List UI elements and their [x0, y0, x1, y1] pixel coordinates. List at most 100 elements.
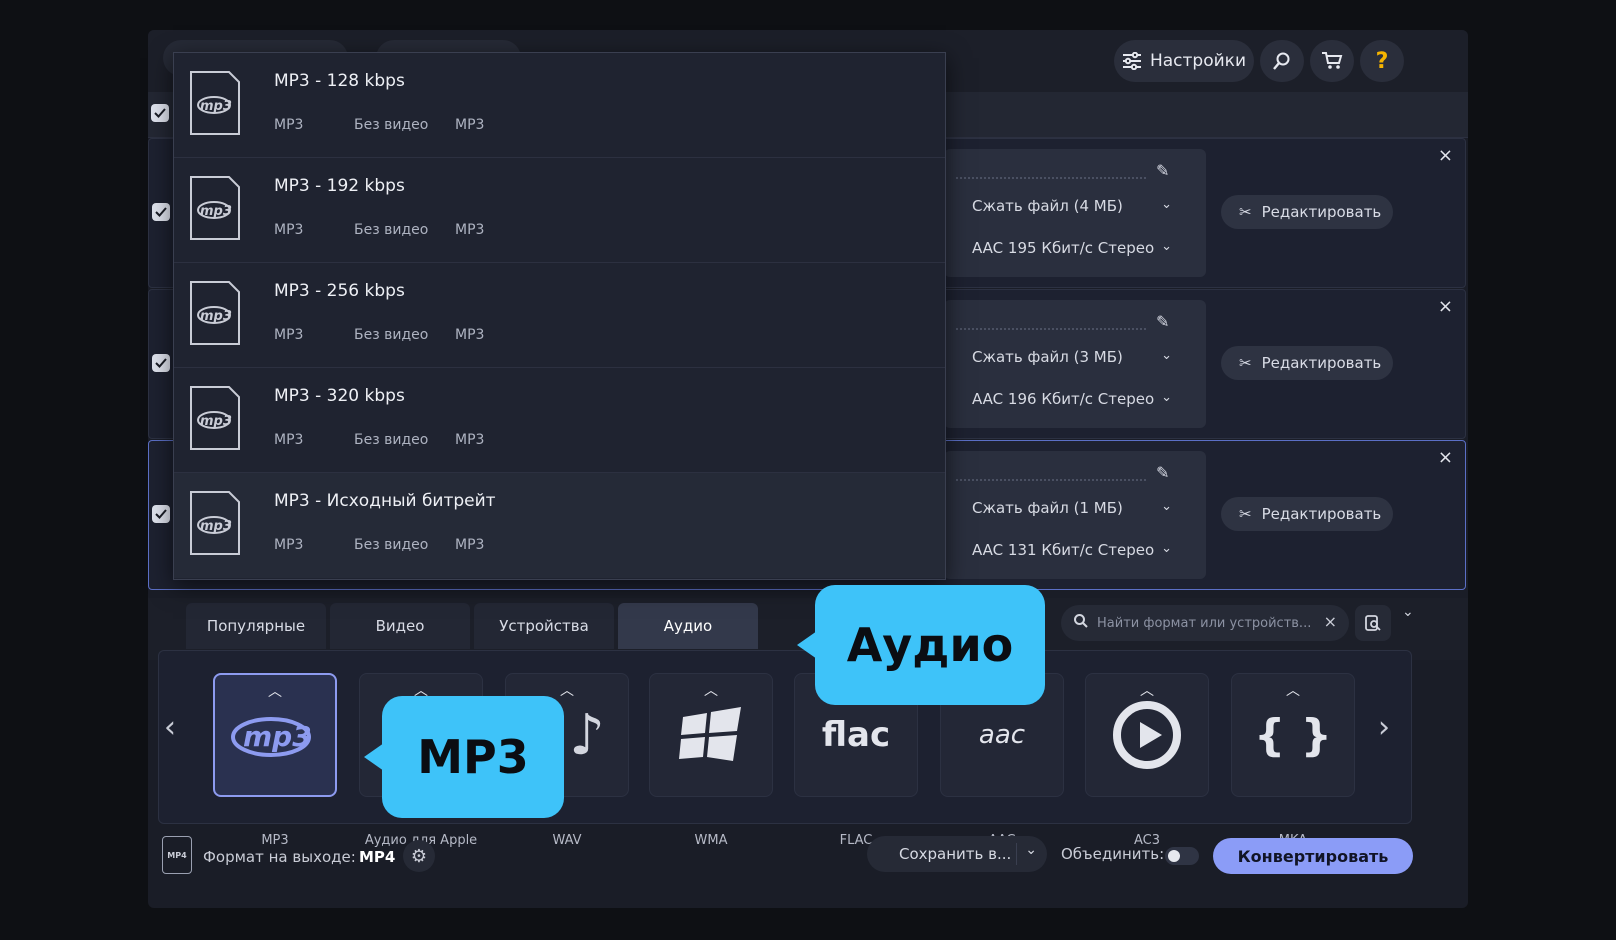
close-icon[interactable]: ×: [1438, 298, 1453, 316]
preset-audio: MP3: [455, 117, 485, 133]
chevron-down-icon: ⌄: [1161, 239, 1172, 254]
preset-video: Без видео: [354, 327, 429, 343]
filename-field[interactable]: [956, 328, 1146, 330]
compress-dropdown[interactable]: Сжать файл (1 МБ) ⌄: [962, 493, 1180, 523]
file-checkbox[interactable]: [152, 505, 170, 523]
file-options-panel: ✎ Сжать файл (1 МБ) ⌄ AAC 131 Кбит/с Стер…: [944, 451, 1206, 579]
file-checkbox[interactable]: [152, 354, 170, 372]
collapse-panel-icon[interactable]: ⌄: [1402, 604, 1414, 620]
preset-item[interactable]: mp3 MP3 - 320 kbps MP3 Без видео MP3: [174, 368, 945, 473]
mp3-icon: mp3: [231, 717, 312, 757]
edit-button[interactable]: ✂ Редактировать: [1221, 346, 1393, 380]
help-icon: ?: [1375, 48, 1389, 74]
chevron-up-icon[interactable]: ︿: [704, 680, 718, 700]
preset-item[interactable]: mp3 MP3 - 128 kbps MP3 Без видео MP3: [174, 53, 945, 158]
save-to-label: Сохранить в...: [899, 845, 1012, 863]
preset-item[interactable]: mp3 MP3 - 256 kbps MP3 Без видео MP3: [174, 263, 945, 368]
preset-video: Без видео: [354, 117, 429, 133]
svg-text:mp3: mp3: [200, 204, 232, 219]
select-all-checkbox[interactable]: [151, 104, 169, 122]
preset-audio: MP3: [455, 222, 485, 238]
gear-icon: ⚙: [410, 845, 428, 867]
chevron-up-icon[interactable]: ︿: [268, 681, 282, 701]
close-icon[interactable]: ×: [1438, 147, 1453, 165]
preset-format: MP3: [274, 327, 304, 343]
scroll-left-icon[interactable]: ‹: [164, 710, 176, 745]
output-settings-button[interactable]: ⚙: [403, 840, 435, 872]
preset-video: Без видео: [354, 432, 429, 448]
tab-audio[interactable]: Аудио: [618, 603, 758, 649]
svg-text:mp3: mp3: [200, 414, 232, 429]
compress-dropdown[interactable]: Сжать файл (4 МБ) ⌄: [962, 191, 1180, 221]
cart-button[interactable]: [1310, 40, 1354, 82]
merge-label: Объединить:: [1061, 845, 1165, 863]
scissors-icon: ✂: [1239, 505, 1252, 523]
pencil-icon[interactable]: ✎: [1156, 463, 1169, 482]
chevron-up-icon[interactable]: ︿: [1140, 680, 1154, 700]
preset-item[interactable]: mp3 MP3 - 192 kbps MP3 Без видео MP3: [174, 158, 945, 263]
convert-button[interactable]: Конвертировать: [1213, 838, 1413, 874]
format-card-mp3[interactable]: ︿ mp3: [213, 673, 337, 797]
preset-title: MP3 - 192 kbps: [274, 176, 405, 196]
edit-button[interactable]: ✂ Редактировать: [1221, 195, 1393, 229]
preset-title: MP3 - 320 kbps: [274, 386, 405, 406]
play-icon: [1113, 701, 1181, 769]
preset-format: MP3: [274, 432, 304, 448]
chevron-down-icon: ⌄: [1161, 499, 1172, 514]
detect-format-button[interactable]: [1355, 605, 1391, 641]
edit-label: Редактировать: [1261, 203, 1382, 221]
chevron-up-icon[interactable]: ︿: [560, 680, 574, 700]
search-icon: [1273, 52, 1290, 70]
chevron-down-icon[interactable]: ⌄: [1025, 842, 1037, 858]
compress-label: Сжать файл (4 МБ): [972, 197, 1123, 215]
preset-format: MP3: [274, 537, 304, 553]
preset-video: Без видео: [354, 222, 429, 238]
aac-icon: aac: [978, 720, 1026, 750]
audio-callout: Аудио: [815, 585, 1045, 705]
format-gallery: ︿ mp3 ︿ ︿ ♪ ︿ ︿ flac ︿ aac ︿ ︿ { } MP3 А…: [158, 650, 1412, 848]
audio-track-dropdown[interactable]: AAC 195 Кбит/с Стерео ⌄: [962, 233, 1180, 263]
file-search-icon: [1365, 615, 1381, 631]
pencil-icon[interactable]: ✎: [1156, 161, 1169, 180]
edit-button[interactable]: ✂ Редактировать: [1221, 497, 1393, 531]
sliders-icon: [1122, 52, 1141, 70]
settings-button[interactable]: Настройки: [1114, 40, 1254, 82]
audio-track-dropdown[interactable]: AAC 131 Кбит/с Стерео ⌄: [962, 535, 1180, 565]
preset-title: MP3 - 128 kbps: [274, 71, 405, 91]
help-button[interactable]: ?: [1360, 40, 1404, 82]
chevron-up-icon[interactable]: ︿: [1286, 680, 1300, 700]
format-card-wma[interactable]: ︿: [649, 673, 773, 797]
mp3-file-icon: mp3: [190, 491, 240, 555]
format-card-ac3[interactable]: ︿: [1085, 673, 1209, 797]
scroll-right-icon[interactable]: ›: [1378, 710, 1390, 745]
svg-text:mp3: mp3: [243, 720, 312, 753]
format-card-mka[interactable]: ︿ { }: [1231, 673, 1355, 797]
save-to-button[interactable]: Сохранить в... ⌄: [867, 836, 1047, 872]
audio-track-dropdown[interactable]: AAC 196 Кбит/с Стерео ⌄: [962, 384, 1180, 414]
preset-video: Без видео: [354, 537, 429, 553]
mp3-file-icon: mp3: [190, 176, 240, 240]
search-button[interactable]: [1260, 40, 1304, 82]
output-format-value[interactable]: MP4: [359, 848, 395, 866]
edit-label: Редактировать: [1261, 354, 1382, 372]
preset-title: MP3 - 256 kbps: [274, 281, 405, 301]
preset-item[interactable]: mp3 MP3 - Исходный битрейт MP3 Без видео…: [174, 473, 945, 578]
close-icon[interactable]: ×: [1438, 449, 1453, 467]
scissors-icon: ✂: [1239, 354, 1252, 372]
tab-video[interactable]: Видео: [330, 603, 470, 649]
tab-popular[interactable]: Популярные: [186, 603, 326, 649]
mp3-file-icon: mp3: [190, 281, 240, 345]
music-note-icon: ♪: [569, 702, 605, 768]
mp3-file-icon: mp3: [190, 386, 240, 450]
merge-toggle[interactable]: [1165, 847, 1199, 865]
compress-dropdown[interactable]: Сжать файл (3 МБ) ⌄: [962, 342, 1180, 372]
clear-icon[interactable]: ×: [1324, 612, 1337, 631]
filename-field[interactable]: [956, 177, 1146, 179]
file-checkbox[interactable]: [152, 203, 170, 221]
preset-audio: MP3: [455, 537, 485, 553]
tab-devices[interactable]: Устройства: [474, 603, 614, 649]
format-search-input[interactable]: Найти формат или устройств... ×: [1061, 605, 1349, 641]
filename-field[interactable]: [956, 479, 1146, 481]
edit-label: Редактировать: [1261, 505, 1382, 523]
pencil-icon[interactable]: ✎: [1156, 312, 1169, 331]
